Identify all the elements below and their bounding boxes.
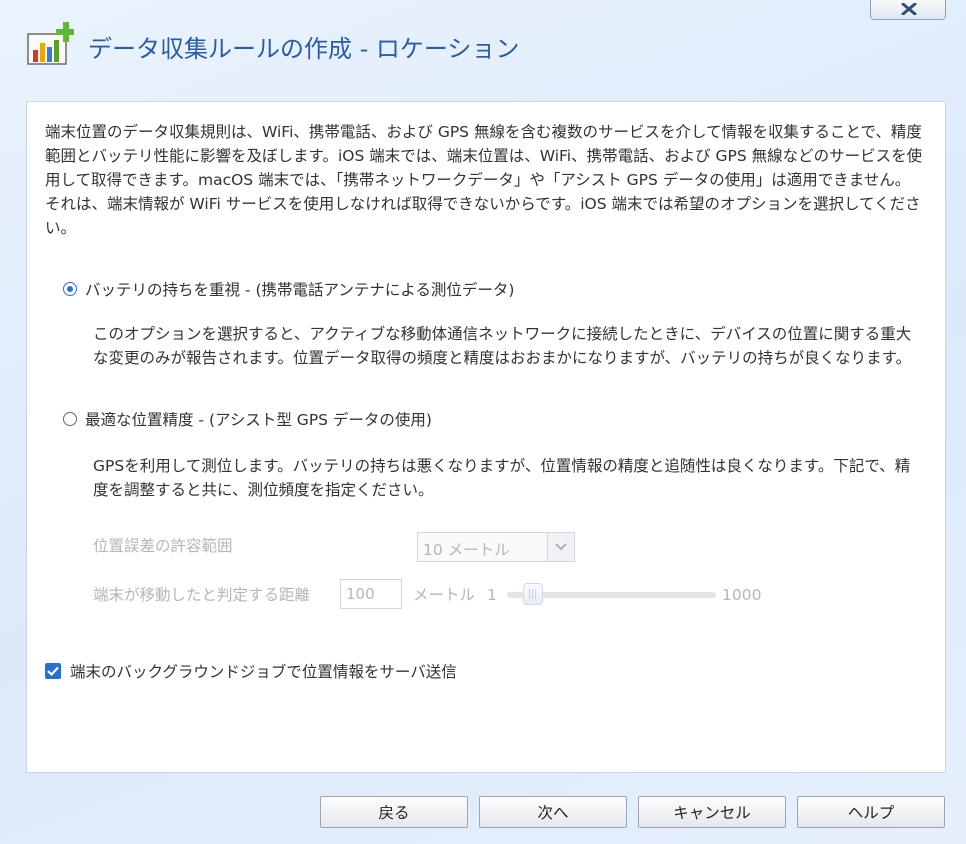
dropdown-arrow[interactable] [547,533,574,561]
slider-max-label: 1000 [722,586,762,604]
battery-radio[interactable] [63,282,77,296]
option-accuracy[interactable]: 最適な位置精度 - (アシスト型 GPS データの使用) [63,408,432,430]
accuracy-radio[interactable] [63,412,77,426]
dialog-window: データ収集ルールの作成 - ロケーション 端末位置のデータ収集規則は、WiFi、… [0,0,966,844]
accuracy-label: 最適な位置精度 - (アシスト型 GPS データの使用) [85,411,432,429]
distance-slider-handle[interactable] [523,583,543,605]
next-button[interactable]: 次へ [479,796,627,828]
tolerance-label: 位置誤差の許容範囲 [93,537,233,555]
background-send-label: 端末のバックグラウンドジョブで位置情報をサーバ送信 [70,663,457,681]
checkmark-icon [47,666,59,676]
option-battery[interactable]: バッテリの持ちを重視 - (携帯電話アンテナによる測位データ) [63,278,514,300]
dialog-title: データ収集ルールの作成 - ロケーション [88,35,520,63]
close-icon [901,3,917,15]
accuracy-description: GPSを利用して測位します。バッテリの持ちは悪くなりますが、位置情報の精度と追随… [93,457,911,499]
cancel-button[interactable]: キャンセル [638,796,786,828]
slider-min-label: 1 [487,586,497,604]
help-button[interactable]: ヘルプ [797,796,945,828]
close-button[interactable] [870,0,946,20]
battery-label: バッテリの持ちを重視 - (携帯電話アンテナによる測位データ) [85,281,515,299]
tolerance-select[interactable]: 10 メートル [417,532,575,562]
chart-add-icon [27,22,74,65]
intro-text: 端末位置のデータ収集規則は、WiFi、携帯電話、および GPS 無線を含む複数の… [45,123,923,237]
back-button[interactable]: 戻る [320,796,468,828]
distance-unit: メートル [413,586,476,604]
chevron-down-icon [555,543,567,551]
background-send-option[interactable]: 端末のバックグラウンドジョブで位置情報をサーバ送信 [45,660,457,682]
distance-label: 端末が移動したと判定する距離 [93,586,311,604]
distance-input[interactable] [340,579,402,609]
content-panel: 端末位置のデータ収集規則は、WiFi、携帯電話、および GPS 無線を含む複数の… [26,101,946,773]
tolerance-value: 10 メートル [423,541,510,559]
battery-description: このオプションを選択すると、アクティブな移動体通信ネットワークに接続したときに、… [93,325,912,367]
background-send-checkbox[interactable] [45,663,61,679]
